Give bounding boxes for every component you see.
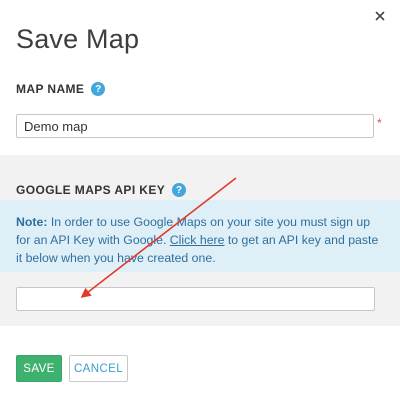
note-prefix: Note:: [16, 215, 48, 229]
api-key-input[interactable]: [16, 287, 375, 311]
page-title: Save Map: [16, 24, 140, 54]
map-name-section-label: MAP NAME ?: [16, 82, 106, 96]
map-name-label: MAP NAME: [16, 82, 85, 96]
save-button[interactable]: SAVE: [16, 355, 62, 382]
map-name-help-icon[interactable]: ?: [91, 82, 106, 96]
api-key-section-label: GOOGLE MAPS API KEY ?: [16, 183, 187, 197]
click-here-link[interactable]: Click here: [170, 233, 225, 247]
close-icon[interactable]: [373, 9, 387, 23]
api-key-help-icon[interactable]: ?: [172, 183, 187, 197]
cancel-button[interactable]: CANCEL: [69, 355, 128, 382]
required-marker: *: [377, 116, 382, 130]
api-key-note: Note: In order to use Google Maps on you…: [0, 200, 400, 272]
api-key-label: GOOGLE MAPS API KEY: [16, 183, 166, 197]
map-name-input[interactable]: [16, 114, 374, 138]
save-map-dialog: Save Map MAP NAME ? * GOOGLE MAPS API KE…: [0, 0, 400, 406]
